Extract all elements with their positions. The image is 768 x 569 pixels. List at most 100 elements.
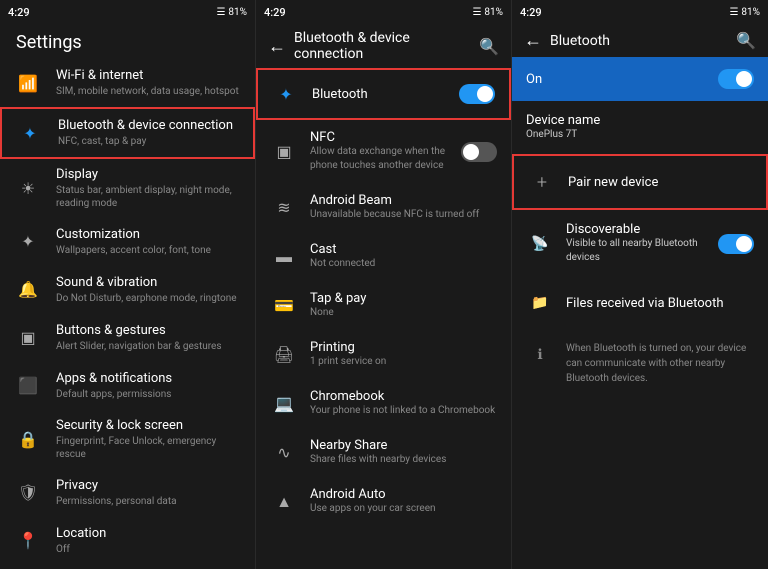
right-info-text: When Bluetooth is turned on, your device… — [566, 341, 754, 386]
right-time: 4:29 — [520, 6, 542, 19]
middle-bluetooth-icon: ✦ — [272, 80, 300, 108]
right-on-toggle[interactable] — [718, 69, 754, 89]
location-title: Location — [56, 526, 243, 543]
security-icon: 🔒 — [12, 423, 44, 455]
display-subtitle: Status bar, ambient display, night mode,… — [56, 184, 243, 210]
customization-icon: ✦ — [12, 226, 44, 258]
middle-tappay-icon: 💳 — [270, 292, 298, 320]
sound-icon: 🔔 — [12, 274, 44, 306]
right-header: ← Bluetooth 🔍 — [512, 24, 768, 57]
middle-nearby-subtitle: Share files with nearby devices — [310, 453, 497, 467]
middle-nearby-icon: ∿ — [270, 439, 298, 467]
middle-search-icon[interactable]: 🔍 — [479, 37, 499, 56]
middle-nearby-item[interactable]: ∿ Nearby Share Share files with nearby d… — [256, 428, 511, 477]
right-status-icons: ☰ 81% — [729, 7, 760, 18]
settings-item-privacy[interactable]: 🛡 Privacy Permissions, personal data — [0, 469, 255, 517]
privacy-subtitle: Permissions, personal data — [56, 495, 243, 508]
bluetooth-icon: ✦ — [14, 117, 46, 149]
buttons-subtitle: Alert Slider, navigation bar & gestures — [56, 340, 243, 353]
settings-item-customization[interactable]: ✦ Customization Wallpapers, accent color… — [0, 218, 255, 266]
security-title: Security & lock screen — [56, 418, 243, 435]
middle-time: 4:29 — [264, 6, 286, 19]
settings-item-sound[interactable]: 🔔 Sound & vibration Do Not Disturb, earp… — [0, 266, 255, 314]
right-pair-item[interactable]: + Pair new device — [512, 154, 768, 210]
back-button[interactable]: ← — [268, 36, 286, 57]
settings-item-security[interactable]: 🔒 Security & lock screen Fingerprint, Fa… — [0, 410, 255, 469]
right-discoverable-icon: 📡 — [526, 230, 554, 258]
right-discoverable-subtitle: Visible to all nearby Bluetooth devices — [566, 237, 718, 265]
right-panel: 4:29 ☰ 81% ← Bluetooth 🔍 On Device name … — [512, 0, 768, 569]
middle-tappay-title: Tap & pay — [310, 291, 497, 306]
settings-item-battery[interactable]: 🔋 Battery 81% · Should last until about … — [0, 565, 255, 569]
bluetooth-title: Bluetooth & device connection — [58, 118, 241, 135]
privacy-icon: 🛡 — [12, 477, 44, 509]
bluetooth-toggle[interactable] — [459, 84, 495, 104]
right-files-title: Files received via Bluetooth — [566, 296, 754, 311]
middle-nfc-item[interactable]: ▣ NFC Allow data exchange when the phone… — [256, 120, 511, 183]
signal-icon: ☰ — [216, 7, 225, 18]
settings-item-wifi[interactable]: 📶 Wi-Fi & internet SIM, mobile network, … — [0, 59, 255, 107]
settings-item-display[interactable]: ☀ Display Status bar, ambient display, n… — [0, 159, 255, 218]
right-info-icon: ℹ — [526, 341, 554, 369]
apps-icon: ⬛ — [12, 370, 44, 402]
right-signal-icon: ☰ — [729, 7, 738, 18]
right-discoverable-title: Discoverable — [566, 222, 718, 237]
middle-nfc-icon: ▣ — [270, 138, 298, 166]
settings-item-buttons[interactable]: ▣ Buttons & gestures Alert Slider, navig… — [0, 314, 255, 362]
left-status-bar: 4:29 ☰ 81% — [0, 0, 255, 24]
middle-nfc-subtitle: Allow data exchange when the phone touch… — [310, 145, 461, 173]
nfc-toggle[interactable] — [461, 142, 497, 162]
right-battery-icon: 81% — [741, 7, 760, 18]
settings-item-apps[interactable]: ⬛ Apps & notifications Default apps, per… — [0, 362, 255, 410]
wifi-icon: 📶 — [12, 67, 44, 99]
left-panel: 4:29 ☰ 81% Settings 📶 Wi-Fi & internet S… — [0, 0, 256, 569]
right-on-item[interactable]: On — [512, 57, 768, 101]
middle-bluetooth-item[interactable]: ✦ Bluetooth — [256, 68, 511, 120]
right-device-name-title: Device name — [526, 113, 754, 128]
wifi-subtitle: SIM, mobile network, data usage, hotspot — [56, 85, 243, 98]
display-icon: ☀ — [12, 172, 44, 204]
left-time: 4:29 — [8, 6, 30, 19]
right-discoverable-toggle[interactable] — [718, 234, 754, 254]
middle-panel-title: Bluetooth & device connection — [294, 30, 471, 62]
buttons-title: Buttons & gestures — [56, 323, 243, 340]
left-panel-title: Settings — [0, 24, 255, 59]
middle-tappay-item[interactable]: 💳 Tap & pay None — [256, 281, 511, 330]
wifi-title: Wi-Fi & internet — [56, 68, 243, 85]
right-info-item: ℹ When Bluetooth is turned on, your devi… — [512, 329, 768, 398]
location-icon: 📍 — [12, 525, 44, 557]
sound-subtitle: Do Not Disturb, earphone mode, ringtone — [56, 292, 243, 305]
right-pair-icon: + — [528, 168, 556, 196]
middle-cast-title: Cast — [310, 242, 497, 257]
middle-signal-icon: ☰ — [472, 7, 481, 18]
middle-status-icons: ☰ 81% — [472, 7, 503, 18]
middle-auto-subtitle: Use apps on your car screen — [310, 502, 497, 516]
middle-beam-item[interactable]: ≋ Android Beam Unavailable because NFC i… — [256, 183, 511, 232]
middle-auto-item[interactable]: ▲ Android Auto Use apps on your car scre… — [256, 477, 511, 526]
middle-beam-subtitle: Unavailable because NFC is turned off — [310, 208, 497, 222]
middle-auto-icon: ▲ — [270, 488, 298, 516]
middle-chromebook-item[interactable]: 💻 Chromebook Your phone is not linked to… — [256, 379, 511, 428]
left-status-icons: ☰ 81% — [216, 7, 247, 18]
middle-chromebook-icon: 💻 — [270, 390, 298, 418]
left-settings-list: 📶 Wi-Fi & internet SIM, mobile network, … — [0, 59, 255, 569]
middle-panel: 4:29 ☰ 81% ← Bluetooth & device connecti… — [256, 0, 512, 569]
settings-item-location[interactable]: 📍 Location Off — [0, 517, 255, 565]
settings-item-bluetooth[interactable]: ✦ Bluetooth & device connection NFC, cas… — [0, 107, 255, 159]
right-back-button[interactable]: ← — [524, 30, 542, 51]
buttons-icon: ▣ — [12, 322, 44, 354]
customization-title: Customization — [56, 227, 243, 244]
right-search-icon[interactable]: 🔍 — [736, 31, 756, 50]
middle-printing-item[interactable]: 🖨 Printing 1 print service on — [256, 330, 511, 379]
middle-chromebook-subtitle: Your phone is not linked to a Chromebook — [310, 404, 497, 418]
middle-cast-item[interactable]: ▬ Cast Not connected — [256, 232, 511, 281]
middle-chromebook-title: Chromebook — [310, 389, 497, 404]
middle-bluetooth-title: Bluetooth — [312, 87, 459, 102]
apps-title: Apps & notifications — [56, 371, 243, 388]
right-files-item[interactable]: 📁 Files received via Bluetooth — [512, 277, 768, 329]
right-device-name-item[interactable]: Device name OnePlus 7T — [512, 101, 768, 154]
privacy-title: Privacy — [56, 478, 243, 495]
right-discoverable-item[interactable]: 📡 Discoverable Visible to all nearby Blu… — [512, 210, 768, 277]
right-on-title: On — [526, 72, 718, 87]
middle-beam-title: Android Beam — [310, 193, 497, 208]
